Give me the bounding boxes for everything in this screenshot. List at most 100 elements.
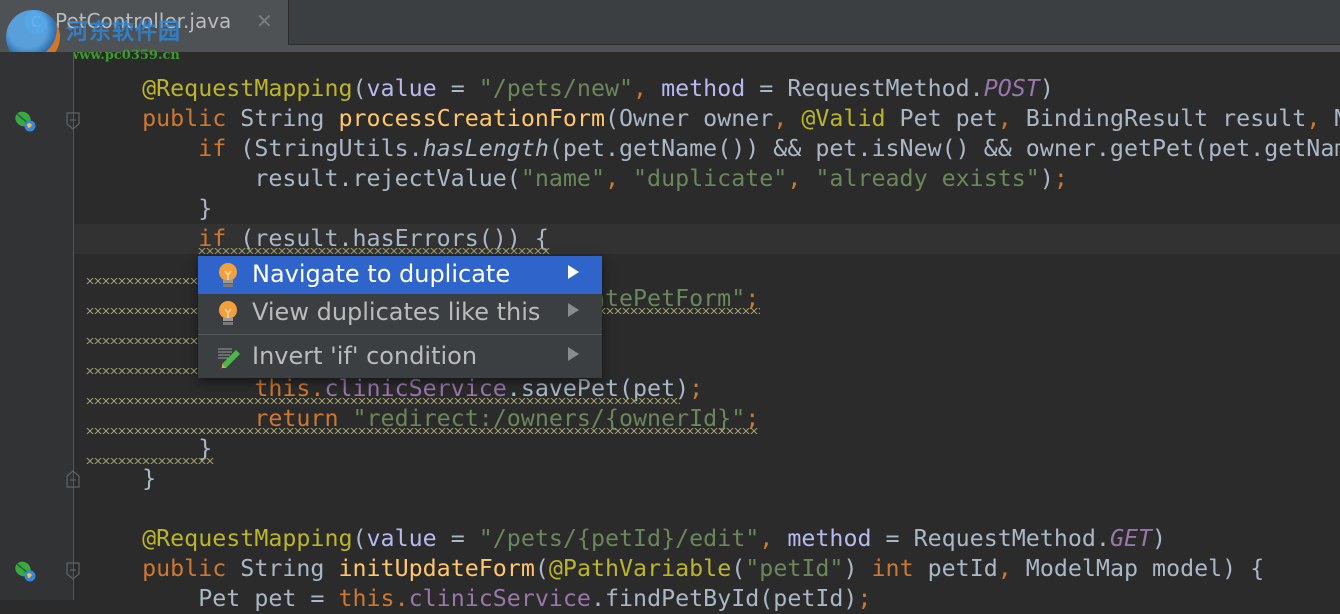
code-line: result.rejectValue("name", "duplicate", … bbox=[86, 164, 1068, 194]
code-dot: . bbox=[394, 585, 409, 612]
enum-constant: POST bbox=[983, 75, 1040, 102]
string-literal: "/pets/{petId}/edit" bbox=[478, 525, 760, 552]
menu-item-label: View duplicates like this bbox=[252, 298, 541, 326]
code-text: = RequestMethod. bbox=[745, 75, 984, 102]
code-text: (StringUtils. bbox=[226, 135, 423, 162]
code-text: ( bbox=[731, 555, 746, 582]
method-name: processCreationForm bbox=[338, 105, 605, 132]
enum-constant: GET bbox=[1109, 525, 1153, 552]
code-text: (Owner owner bbox=[604, 105, 774, 132]
code-text: String bbox=[226, 555, 339, 582]
tab-bar-empty-area bbox=[288, 0, 1340, 45]
code-comma: , bbox=[997, 105, 1012, 132]
fold-collapse-icon[interactable] bbox=[66, 112, 80, 130]
spring-bean-icon[interactable] bbox=[14, 560, 36, 582]
field-name: clinicService bbox=[408, 585, 591, 612]
duplicate-warning-underline bbox=[198, 248, 550, 254]
code-text: = bbox=[436, 75, 479, 102]
tab-bar-underline bbox=[0, 45, 1340, 52]
code-text: (pet.getName()) && pet.isNew() && owner.… bbox=[548, 135, 1340, 162]
code-line: @RequestMapping(value = "/pets/{petId}/e… bbox=[86, 524, 1166, 554]
code-text: ( bbox=[352, 75, 367, 102]
close-tab-icon[interactable]: ✕ bbox=[256, 9, 273, 33]
code-line: } bbox=[86, 194, 212, 224]
annotation: @PathVariable bbox=[548, 555, 732, 582]
menu-item-label: Navigate to duplicate bbox=[252, 260, 511, 288]
static-method: hasLength bbox=[422, 135, 549, 162]
code-param: value bbox=[366, 75, 437, 102]
code-line: if (StringUtils.hasLength(pet.getName())… bbox=[86, 134, 1340, 164]
code-semicolon: ; bbox=[1053, 165, 1068, 192]
editor-gutter bbox=[0, 52, 80, 600]
string-literal: "name" bbox=[520, 165, 605, 192]
menu-separator bbox=[198, 334, 602, 335]
code-text: = bbox=[436, 525, 479, 552]
menu-item-navigate-to-duplicate[interactable]: Navigate to duplicate bbox=[198, 256, 602, 294]
code-text: ) bbox=[1152, 525, 1167, 552]
code-text: ( bbox=[534, 555, 549, 582]
submenu-arrow-icon bbox=[568, 347, 579, 361]
spring-bean-icon[interactable] bbox=[14, 110, 36, 132]
code-line: } bbox=[86, 464, 156, 494]
code-text: } bbox=[198, 195, 213, 222]
string-literal: "/pets/new" bbox=[478, 75, 634, 102]
intention-actions-popup: Navigate to duplicate View duplicates li… bbox=[198, 256, 602, 378]
lightbulb-icon bbox=[219, 301, 237, 325]
keyword: public bbox=[142, 105, 227, 132]
menu-item-label: Invert 'if' condition bbox=[252, 342, 478, 370]
code-param: value bbox=[366, 525, 437, 552]
method-name: initUpdateForm bbox=[338, 555, 535, 582]
code-text: = RequestMethod. bbox=[871, 525, 1110, 552]
code-semicolon: ; bbox=[689, 375, 704, 402]
code-text: ( bbox=[352, 525, 367, 552]
code-line: public String initUpdateForm(@PathVariab… bbox=[86, 554, 1264, 584]
code-text: ) bbox=[843, 555, 872, 582]
duplicate-warning-underline bbox=[86, 338, 198, 344]
editor-tab-bar: C PetController.java ✕ bbox=[0, 0, 1340, 52]
code-text: String bbox=[226, 105, 339, 132]
string-literal: "duplicate" bbox=[633, 165, 788, 192]
code-comma: , bbox=[604, 165, 634, 192]
duplicate-warning-underline bbox=[86, 368, 198, 374]
keyword: public bbox=[142, 555, 227, 582]
code-param: method bbox=[773, 525, 872, 552]
code-comma: , bbox=[633, 75, 648, 102]
string-literal: "already exists" bbox=[815, 165, 1040, 192]
menu-item-invert-if[interactable]: Invert 'if' condition bbox=[198, 338, 602, 376]
code-text: } bbox=[142, 465, 157, 492]
code-text: ) bbox=[1039, 165, 1054, 192]
code-line: public String processCreationForm(Owner … bbox=[86, 104, 1340, 134]
duplicate-warning-underline bbox=[86, 398, 680, 404]
keyword: this bbox=[338, 585, 395, 612]
submenu-arrow-icon bbox=[568, 265, 579, 279]
code-comma: , bbox=[1306, 105, 1321, 132]
code-text: .findPetById(petId) bbox=[590, 585, 858, 612]
string-literal: "petId" bbox=[745, 555, 844, 582]
fold-expand-end-icon[interactable] bbox=[66, 470, 80, 488]
annotation: @RequestMapping bbox=[142, 525, 353, 552]
code-line: @RequestMapping(value = "/pets/new", met… bbox=[86, 74, 1054, 104]
pencil-icon bbox=[218, 348, 240, 370]
duplicate-warning-underline bbox=[86, 458, 214, 464]
code-text: result.rejectValue( bbox=[254, 165, 521, 192]
code-comma: , bbox=[997, 555, 1012, 582]
menu-item-view-duplicates[interactable]: View duplicates like this bbox=[198, 294, 602, 332]
watermark-text: 河东软件园 bbox=[66, 19, 182, 45]
submenu-arrow-icon bbox=[568, 303, 579, 317]
annotation: @Valid bbox=[787, 105, 886, 132]
code-param: method bbox=[647, 75, 746, 102]
watermark-url: www.pc0359.cn bbox=[68, 48, 180, 63]
code-comma: , bbox=[773, 105, 788, 132]
code-line: Pet pet = this.clinicService.findPetById… bbox=[86, 584, 872, 614]
code-semicolon: ; bbox=[857, 585, 872, 612]
duplicate-warning-underline bbox=[86, 428, 758, 434]
code-comma: , bbox=[787, 165, 816, 192]
keyword: int bbox=[871, 555, 914, 582]
code-comma: , bbox=[759, 525, 774, 552]
keyword: if bbox=[198, 135, 227, 162]
code-text: BindingResult result bbox=[1011, 105, 1307, 132]
code-text: Pet pet bbox=[885, 105, 998, 132]
lightbulb-icon bbox=[219, 263, 237, 287]
fold-collapse-icon[interactable] bbox=[66, 562, 80, 580]
code-text: M bbox=[1320, 105, 1340, 132]
